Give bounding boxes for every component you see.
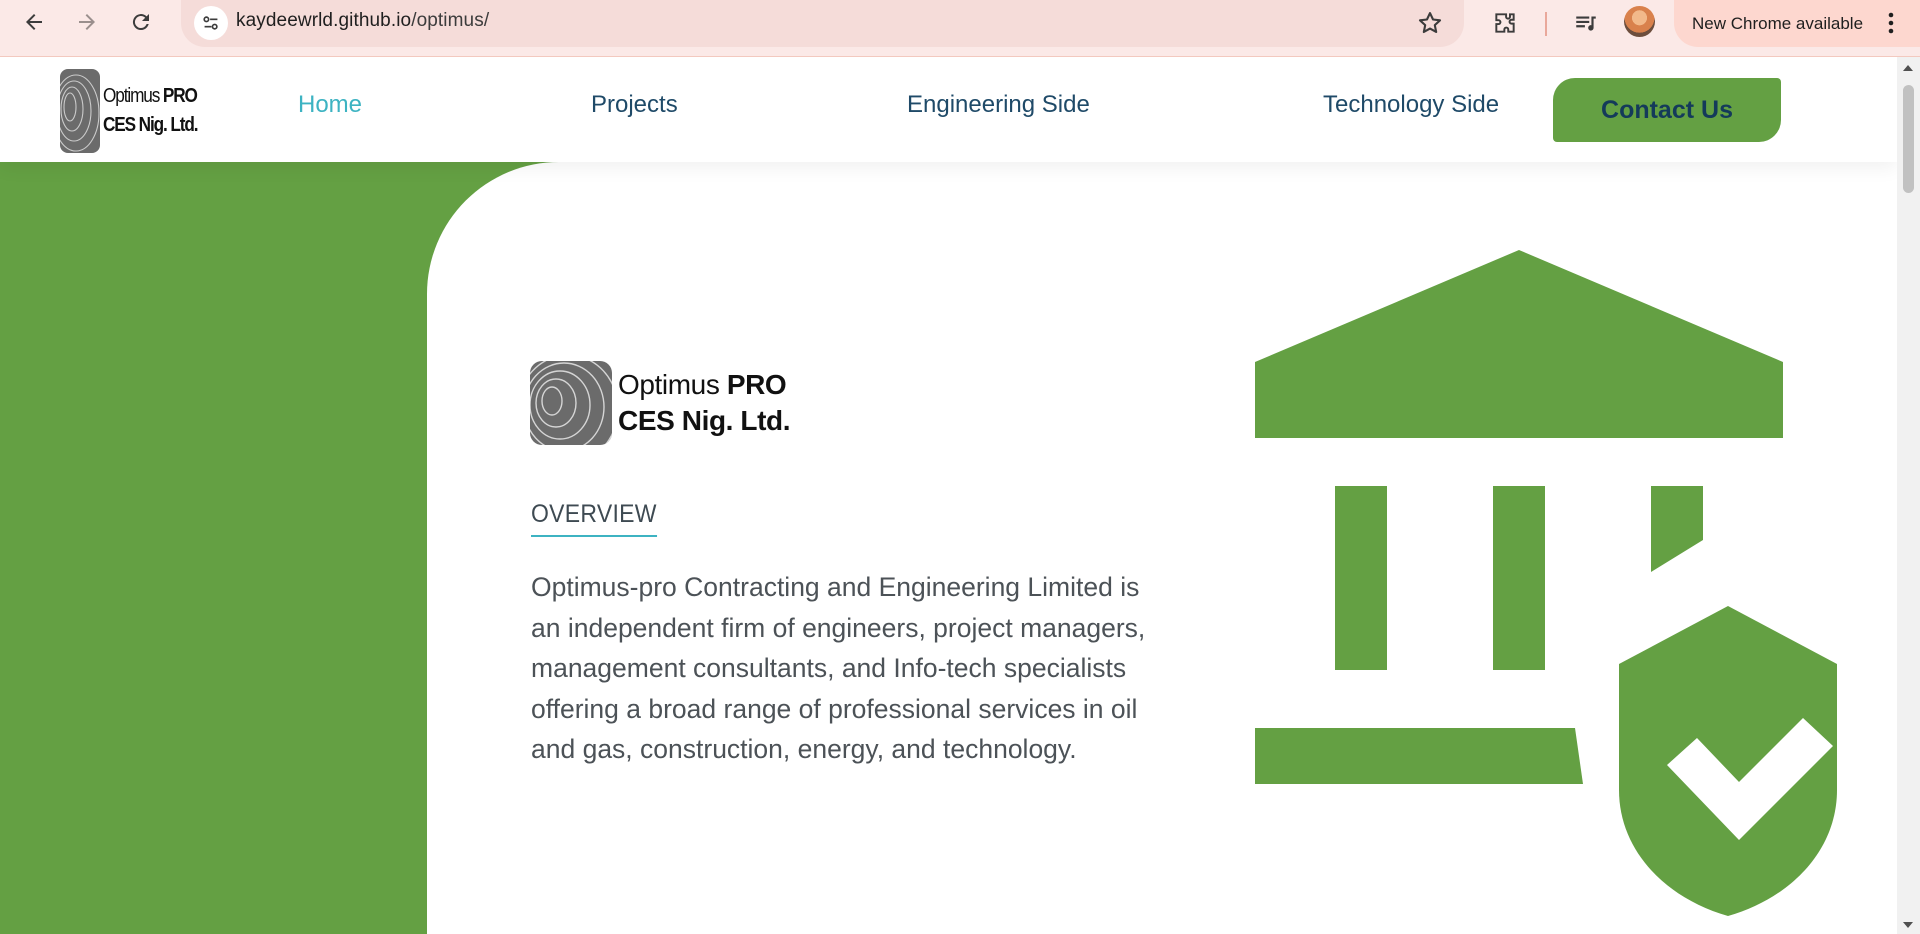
browser-toolbar: kaydeewrld.github.io/optimus/ New Chrome…: [0, 0, 1920, 57]
page-scrollbar[interactable]: [1897, 57, 1920, 934]
back-button[interactable]: [17, 5, 51, 39]
queue-music-icon: [1576, 16, 1596, 31]
nav-home[interactable]: Home: [298, 91, 362, 119]
update-chrome-button[interactable]: New Chrome available: [1674, 0, 1920, 47]
logo-swirl-icon: [60, 69, 100, 153]
arrow-left-icon: [26, 14, 42, 30]
update-label: New Chrome available: [1692, 13, 1864, 33]
scroll-up-arrow-icon[interactable]: [1903, 65, 1913, 71]
logo-line1-bold: PRO: [162, 85, 198, 107]
forward-button[interactable]: [70, 5, 104, 39]
logo-line2: CES Nig. Ltd.: [103, 114, 199, 136]
kebab-menu-icon[interactable]: [1888, 12, 1894, 34]
nav-engineering-side[interactable]: Engineering Side: [907, 91, 1090, 119]
reload-icon: [132, 14, 149, 31]
hero-logo: Optimus PRO CES Nig. Ltd.: [530, 361, 791, 445]
url-text[interactable]: kaydeewrld.github.io/optimus/: [236, 10, 489, 32]
nav-technology-side[interactable]: Technology Side: [1323, 91, 1499, 119]
hero-logo-text: Optimus PRO CES Nig. Ltd.: [618, 367, 791, 439]
profile-avatar[interactable]: [1624, 6, 1655, 37]
logo-line1-light: Optimus: [103, 85, 163, 107]
scroll-thumb[interactable]: [1903, 85, 1914, 193]
address-bar[interactable]: kaydeewrld.github.io/optimus/: [181, 0, 1464, 47]
webpage: Optimus PRO CES Nig. Ltd. Home Projects …: [0, 57, 1920, 934]
overview-heading: OVERVIEW: [531, 500, 657, 537]
navbar-logo[interactable]: Optimus PRO CES Nig. Ltd.: [60, 69, 213, 153]
site-info-button[interactable]: [194, 6, 228, 40]
toolbar-divider: [1545, 12, 1547, 36]
extensions-button[interactable]: [1488, 6, 1522, 40]
overview-description: Optimus-pro Contracting and Engineering …: [531, 572, 1146, 764]
hero-logo-line1-bold: PRO: [726, 369, 787, 400]
tune-icon: [203, 16, 218, 30]
arrow-right-icon: [79, 14, 95, 30]
hero-logo-line2: CES Nig. Ltd.: [618, 405, 791, 436]
scroll-down-arrow-icon[interactable]: [1903, 922, 1913, 928]
nav-projects[interactable]: Projects: [591, 91, 678, 119]
bank-shield-check-icon: [1255, 250, 1837, 916]
url-path: /optimus/: [411, 10, 490, 31]
bookmark-star-icon[interactable]: [1416, 9, 1444, 37]
site-navbar: Optimus PRO CES Nig. Ltd. Home Projects …: [0, 57, 1897, 162]
url-host: kaydeewrld.github.io: [236, 10, 412, 31]
reload-button[interactable]: [124, 5, 158, 39]
hero-logo-swirl-icon: [530, 361, 612, 445]
navbar-logo-text: Optimus PRO CES Nig. Ltd.: [103, 82, 199, 140]
puzzle-icon: [1495, 13, 1515, 33]
hero-logo-line1-light: Optimus: [618, 369, 727, 400]
contact-us-button[interactable]: Contact Us: [1553, 78, 1781, 142]
media-controls-button[interactable]: [1569, 6, 1603, 40]
